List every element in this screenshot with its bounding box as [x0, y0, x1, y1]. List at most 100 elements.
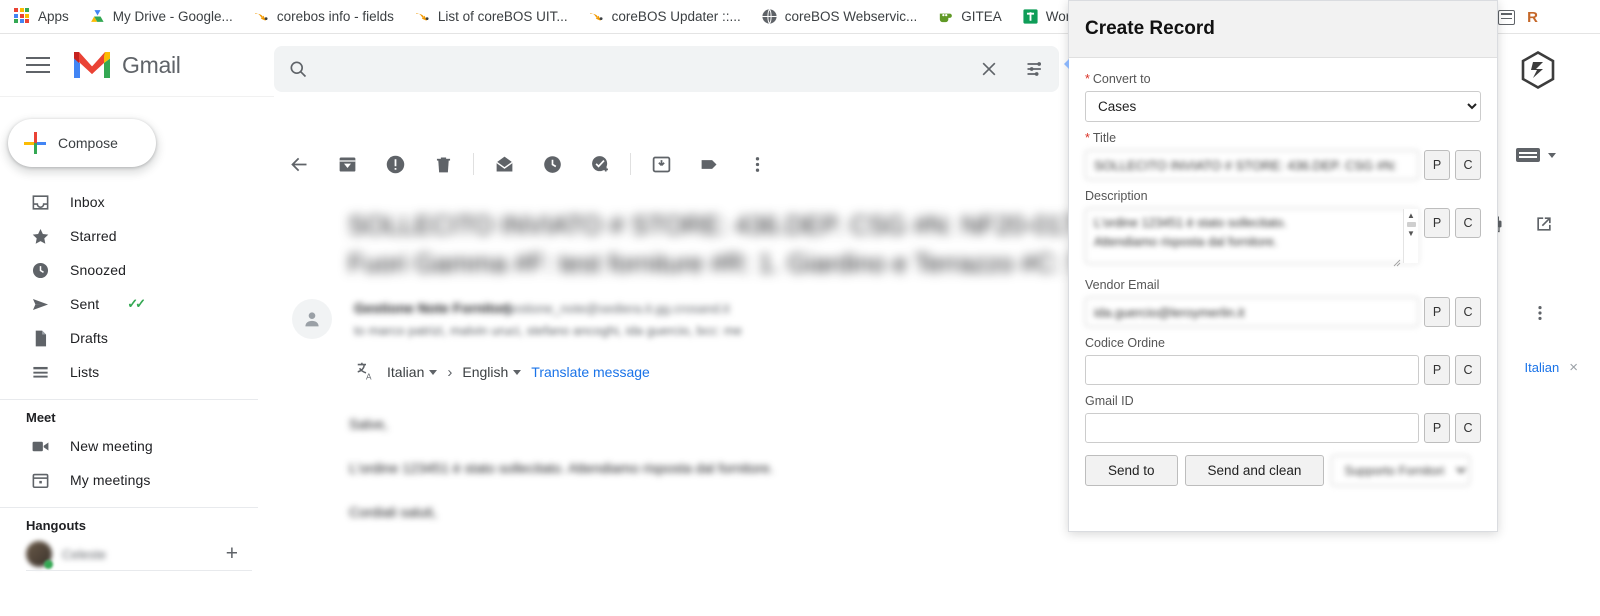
sidebar-item-my-meetings[interactable]: My meetings — [0, 463, 264, 497]
assign-to-wrapper: Supporto Fornitori — [1331, 455, 1481, 486]
field-label: Codice Ordine — [1085, 336, 1481, 350]
bookmark-label: coreBOS Updater ::... — [611, 9, 741, 24]
gmail-id-paste-button[interactable]: P — [1424, 413, 1450, 443]
sidebar-item-new-meeting[interactable]: New meeting — [0, 429, 264, 463]
bookmark-list-of-corebos-uit[interactable]: List of coreBOS UIT... — [414, 8, 568, 25]
more-options-icon[interactable] — [733, 140, 781, 188]
scroll-thumb[interactable] — [1406, 222, 1416, 227]
chevron-down-icon — [429, 369, 438, 375]
sidebar-item-drafts[interactable]: Drafts — [0, 321, 264, 355]
sent-confirm-icon: ✓✓ — [127, 296, 146, 311]
sidebar-item-lists[interactable]: Lists — [0, 355, 264, 389]
back-arrow-icon[interactable] — [275, 140, 323, 188]
language-chip[interactable]: Italian × — [1525, 359, 1578, 376]
bookmark-label: My Drive - Google... — [112, 9, 233, 24]
field-row: P C — [1085, 150, 1481, 180]
sidebar-item-label: Starred — [70, 228, 117, 244]
add-contact-button[interactable]: + — [226, 542, 238, 566]
bookmark-corebos-updater[interactable]: coreBOS Updater ::... — [588, 8, 741, 25]
title-copy-button[interactable]: C — [1455, 150, 1481, 180]
vendor-email-copy-button[interactable]: C — [1455, 297, 1481, 327]
translate-arrow-icon: › — [447, 363, 453, 381]
sidebar-divider — [0, 507, 258, 508]
sidebar-item-starred[interactable]: Starred — [0, 219, 264, 253]
description-textarea[interactable]: L'ordine 123451 è stato sollecitato. Att… — [1085, 208, 1419, 264]
snooze-icon[interactable] — [528, 140, 576, 188]
clear-search-icon[interactable] — [979, 59, 999, 79]
description-scrollbar[interactable]: ▲ ▼ — [1403, 209, 1418, 263]
google-drive-icon — [89, 8, 106, 25]
vendor-email-input[interactable] — [1085, 297, 1419, 327]
gmail-id-copy-button[interactable]: C — [1455, 413, 1481, 443]
open-in-new-icon[interactable] — [1534, 214, 1554, 239]
codice-ordine-input[interactable] — [1085, 355, 1419, 385]
add-to-tasks-icon[interactable] — [576, 140, 624, 188]
field-vendor-email: Vendor Email P C — [1085, 278, 1481, 327]
gmail-wordmark: Gmail — [122, 51, 181, 78]
bookmark-corebos-info-fields[interactable]: corebos info - fields — [253, 8, 394, 25]
codice-ordine-paste-button[interactable]: P — [1424, 355, 1450, 385]
sidebar-divider — [0, 399, 258, 400]
mark-unread-icon[interactable] — [480, 140, 528, 188]
gmail-logo[interactable]: Gmail — [72, 50, 181, 80]
assign-to-select[interactable]: Supporto Fornitori — [1331, 455, 1471, 486]
bookmark-gitea[interactable]: GITEA — [937, 8, 1002, 25]
title-paste-button[interactable]: P — [1424, 150, 1450, 180]
online-status-dot — [44, 560, 53, 569]
title-input[interactable] — [1085, 150, 1419, 180]
convert-to-select[interactable]: Cases — [1085, 91, 1481, 122]
recipients-line[interactable]: to marco patrizi, malvin uruci, stefano … — [354, 323, 742, 338]
bookmark-label: GITEA — [961, 9, 1002, 24]
bookmark-corebos-webservice[interactable]: coreBOS Webservic... — [761, 8, 917, 25]
search-input[interactable] — [326, 59, 979, 79]
label-text: Gmail ID — [1085, 394, 1134, 408]
close-icon[interactable]: × — [1569, 359, 1578, 376]
bookmark-arrow-icon — [414, 8, 431, 25]
corebos-hexagon-logo[interactable] — [1518, 50, 1558, 90]
scroll-down-icon[interactable]: ▼ — [1407, 229, 1415, 238]
keyboard-shortcuts-row[interactable] — [1516, 148, 1556, 162]
sidebar-divider — [26, 570, 252, 571]
more-vertical-icon[interactable] — [1530, 302, 1550, 324]
gmail-id-input[interactable] — [1085, 413, 1419, 443]
toolbar-divider — [473, 153, 474, 175]
report-spam-icon[interactable] — [371, 140, 419, 188]
sidebar-item-snoozed[interactable]: Snoozed — [0, 253, 264, 287]
compose-button[interactable]: Compose — [8, 119, 156, 167]
search-bar[interactable] — [274, 46, 1059, 92]
reading-list-icon[interactable] — [1498, 9, 1516, 25]
bookmark-label: List of coreBOS UIT... — [437, 9, 568, 24]
sidebar-item-sent[interactable]: Sent ✓✓ — [0, 287, 264, 321]
label-icon[interactable] — [685, 140, 733, 188]
hangouts-user-row[interactable]: Celeste + — [0, 537, 274, 571]
svg-text:A: A — [366, 372, 372, 381]
hangouts-section-heading: Hangouts — [26, 518, 86, 533]
translate-target-language[interactable]: English — [462, 364, 522, 380]
scroll-up-icon[interactable]: ▲ — [1407, 211, 1415, 220]
bookmark-my-drive[interactable]: My Drive - Google... — [89, 8, 233, 25]
move-to-inbox-icon[interactable] — [637, 140, 685, 188]
panel-header: Create Record — [1069, 1, 1497, 58]
description-copy-button[interactable]: C — [1455, 208, 1481, 238]
vendor-email-paste-button[interactable]: P — [1424, 297, 1450, 327]
sidebar-item-label: Inbox — [70, 194, 105, 210]
archive-icon[interactable] — [323, 140, 371, 188]
description-paste-button[interactable]: P — [1424, 208, 1450, 238]
search-options-icon[interactable] — [1025, 59, 1045, 79]
sidebar-item-inbox[interactable]: Inbox — [0, 185, 264, 219]
sender-email: gestione_note@sediera.it.gg.crosand.it — [504, 301, 730, 316]
send-and-clean-button[interactable]: Send and clean — [1184, 455, 1325, 486]
bookmark-apps[interactable]: Apps — [14, 8, 69, 25]
gmail-sidebar: Compose Inbox Starred Snoozed Sent ✓✓ Dr… — [0, 96, 274, 616]
resize-grip-icon[interactable] — [1393, 259, 1401, 267]
profile-initial[interactable]: R — [1527, 9, 1538, 26]
field-codice-ordine: Codice Ordine P C — [1085, 336, 1481, 385]
field-label: Description — [1085, 189, 1481, 203]
send-to-button[interactable]: Send to — [1085, 455, 1178, 486]
codice-ordine-copy-button[interactable]: C — [1455, 355, 1481, 385]
main-menu-icon[interactable] — [26, 56, 50, 74]
translate-message-link[interactable]: Translate message — [531, 364, 650, 380]
translate-source-language[interactable]: Italian — [387, 364, 438, 380]
hangouts-user-name: Celeste — [62, 546, 107, 562]
delete-icon[interactable] — [419, 140, 467, 188]
